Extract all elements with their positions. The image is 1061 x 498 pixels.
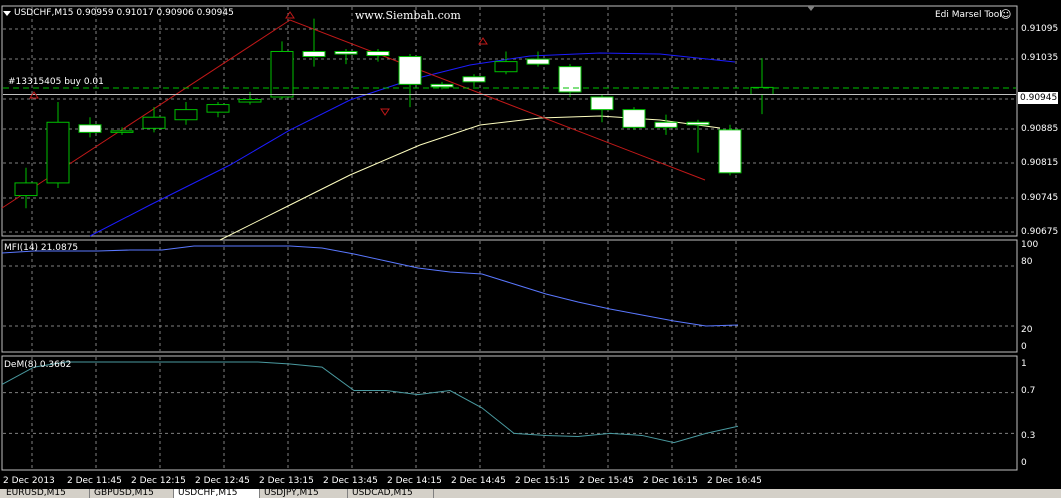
candle-body (334, 50, 358, 55)
candle-body (78, 124, 102, 133)
watermark: www.Siembah.com (355, 9, 461, 22)
fractal-up-icon (29, 91, 39, 99)
tab-usdchf[interactable]: USDCHF,M15 (174, 489, 260, 498)
time-axis-label: 2 Dec 14:45 (451, 476, 506, 486)
smiley-icon: ☺ (1000, 8, 1012, 21)
mfi-level-label: 20 (1021, 325, 1033, 335)
tab-gbpusd[interactable]: GBPUSD,M15 (90, 489, 174, 498)
price-axis-label: 0.90885 (1021, 124, 1059, 134)
time-axis-label: 2 Dec 12:15 (131, 476, 186, 486)
dem-label: DeM(8) 0.3662 (4, 360, 72, 370)
candle-body (526, 58, 550, 65)
candle-body (654, 121, 678, 128)
chart-tab-bar: EURUSD,M15 GBPUSD,M15 USDCHF,M15 USDJPY,… (0, 489, 1061, 498)
time-axis-label: 2 Dec 14:15 (387, 476, 442, 486)
tab-usdcad[interactable]: USDCAD,M15 (348, 489, 434, 498)
chart-terminal[interactable]: USDCHF,M15 0.90959 0.91017 0.90906 0.909… (0, 0, 1061, 498)
panel-border (1, 355, 1018, 471)
candle-body (270, 50, 294, 98)
dem-level-label: 0.3 (1021, 431, 1036, 441)
mfi-level-label: 100 (1021, 240, 1039, 250)
candle-body (46, 121, 70, 184)
candle-body (430, 83, 454, 88)
time-axis-label: 2 Dec 16:15 (643, 476, 698, 486)
candle-body (174, 109, 198, 121)
dem-level-label: 0 (1021, 458, 1027, 468)
price-axis-label: 0.90675 (1021, 227, 1059, 237)
dem-level-label: 1 (1021, 359, 1027, 369)
current-price-tag: 0.90945 (1018, 92, 1058, 104)
tool-name: Edi Marsel Tool (935, 10, 1002, 20)
price-axis-label: 0.91035 (1021, 53, 1059, 63)
time-axis-label: 2 Dec 11:45 (67, 476, 122, 486)
fractal-down-icon (380, 108, 390, 116)
candle-body (398, 56, 422, 85)
mfi-label: MFI(14) 21.0875 (4, 243, 79, 253)
ma-fast-line (219, 115, 721, 241)
tab-usdjpy[interactable]: USDJPY,M15 (260, 489, 348, 498)
mfi-level-label: 80 (1021, 257, 1033, 267)
candle-body (718, 129, 742, 174)
panel-border (1, 239, 1018, 353)
fractal-up-icon (285, 11, 295, 19)
zigzag-line (1, 19, 706, 209)
dem-level-label: 0.7 (1021, 386, 1036, 396)
shift-marker-icon (807, 6, 815, 11)
candle-body (366, 50, 390, 57)
time-axis-label: 2 Dec 13:15 (259, 476, 314, 486)
time-axis-label: 2 Dec 16:45 (707, 476, 762, 486)
tab-eurusd[interactable]: EURUSD,M15 (2, 489, 90, 498)
dem-line (1, 361, 739, 444)
candle-body (238, 99, 262, 103)
candle-body (462, 76, 486, 83)
candle-body (494, 61, 518, 73)
chart-canvas[interactable] (0, 0, 1061, 490)
candle-body (14, 182, 38, 197)
candle-body (622, 109, 646, 128)
candle-body (110, 130, 134, 133)
candle-body (686, 121, 710, 126)
candle-body (206, 104, 230, 113)
mfi-level-label: 0 (1021, 342, 1027, 352)
candle-body (142, 116, 166, 129)
candle-body (302, 50, 326, 58)
symbol-header: USDCHF,M15 0.90959 0.91017 0.90906 0.909… (14, 8, 234, 18)
collapse-triangle-icon[interactable] (3, 11, 11, 16)
order-label[interactable]: #13315405 buy 0.01 (8, 77, 104, 88)
price-axis-label: 0.90745 (1021, 193, 1059, 203)
price-axis-label: 0.91095 (1021, 24, 1059, 34)
time-axis-label: 2 Dec 15:15 (515, 476, 570, 486)
time-axis-label: 2 Dec 12:45 (195, 476, 250, 486)
mfi-line (1, 245, 739, 327)
time-axis-label: 2 Dec 2013 (3, 476, 55, 486)
time-axis-label: 2 Dec 15:45 (579, 476, 634, 486)
time-axis-label: 2 Dec 13:45 (323, 476, 378, 486)
candle-body (590, 96, 614, 111)
price-axis-label: 0.90815 (1021, 158, 1059, 168)
